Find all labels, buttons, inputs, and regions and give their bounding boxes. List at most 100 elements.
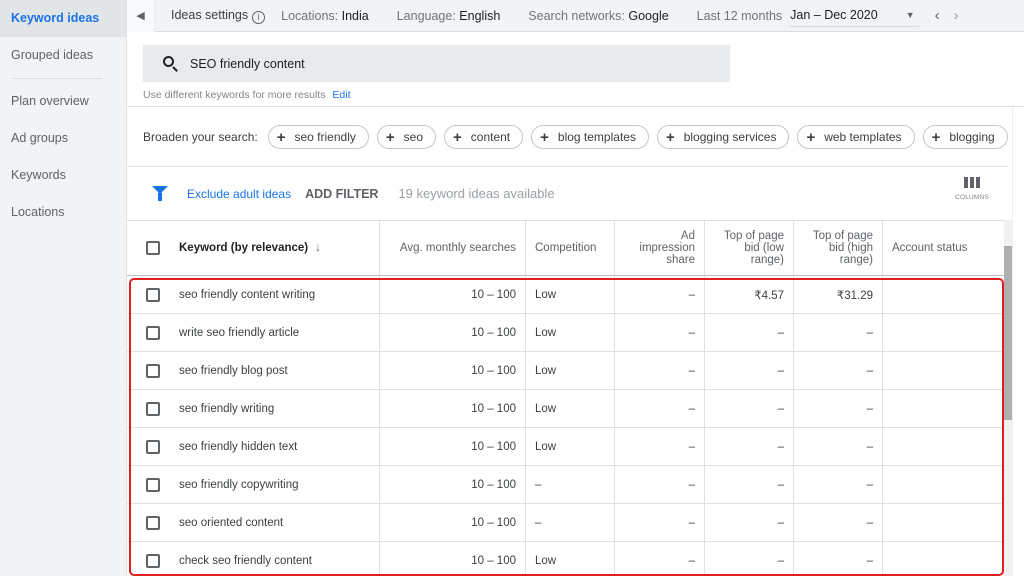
table-row[interactable]: seo friendly copywriting 10 – 100– – – – xyxy=(127,466,1007,504)
keyword-cell: check seo friendly content xyxy=(171,542,380,576)
search-networks-setting[interactable]: Search networks: Google xyxy=(528,9,668,23)
bid-high-cell: ₹31.29 xyxy=(794,276,883,313)
row-checkbox[interactable] xyxy=(146,401,160,416)
table-scrollbar[interactable] xyxy=(1004,220,1012,576)
sidebar: Keyword ideas Grouped ideas Plan overvie… xyxy=(0,0,127,576)
bid-low-cell: ₹4.57 xyxy=(705,276,794,313)
sidebar-item-plan-overview[interactable]: Plan overview xyxy=(0,83,126,120)
broaden-chip[interactable]: + seo friendly xyxy=(267,125,369,149)
competition-cell: Low xyxy=(526,390,615,427)
locations-value: India xyxy=(341,8,369,23)
account-status-cell xyxy=(883,352,1007,389)
sidebar-item-ad-groups[interactable]: Ad groups xyxy=(0,120,126,157)
broaden-chip[interactable]: + blog templates xyxy=(531,125,649,149)
sidebar-item-keyword-ideas[interactable]: Keyword ideas xyxy=(0,0,126,37)
column-header-bid-low[interactable]: Top of page bid (low range) xyxy=(705,221,794,275)
bid-low-cell: – xyxy=(705,352,794,389)
column-header-ad-impression-share[interactable]: Ad impression share xyxy=(615,221,705,275)
column-header-keyword[interactable]: Keyword (by relevance) ↓ xyxy=(171,221,380,275)
column-header-competition[interactable]: Competition xyxy=(526,221,615,275)
date-range-select[interactable]: Jan – Dec 2020 ▼ xyxy=(790,5,919,27)
row-checkbox[interactable] xyxy=(146,287,160,302)
select-all-checkbox[interactable] xyxy=(146,241,160,255)
broaden-label: Broaden your search: xyxy=(143,130,258,144)
select-all-cell xyxy=(127,221,171,275)
competition-cell: Low xyxy=(526,428,615,465)
search-hint: Use different keywords for more results … xyxy=(143,89,350,101)
edit-link[interactable]: Edit xyxy=(332,89,350,101)
columns-button[interactable]: COLUMNS xyxy=(947,177,997,201)
caret-left-icon: ◀ xyxy=(136,10,145,22)
keyword-cell: seo oriented content xyxy=(171,504,380,541)
collapse-sidebar-button[interactable]: ◀ xyxy=(127,0,155,32)
row-checkbox[interactable] xyxy=(146,477,160,492)
row-checkbox[interactable] xyxy=(146,515,160,530)
chip-label: content xyxy=(470,130,511,144)
column-header-account-status[interactable]: Account status xyxy=(883,221,1007,275)
locations-setting[interactable]: Locations: India xyxy=(281,9,369,23)
ad-impression-share-cell: – xyxy=(615,276,705,313)
add-filter-button[interactable]: ADD FILTER xyxy=(305,187,378,201)
language-setting[interactable]: Language: English xyxy=(397,9,501,23)
broaden-chip[interactable]: + seo xyxy=(376,125,436,149)
sidebar-item-locations[interactable]: Locations xyxy=(0,194,126,231)
previous-period-icon[interactable]: ‹ xyxy=(935,7,940,24)
broaden-chip[interactable]: + blogging services xyxy=(656,125,790,149)
bid-high-cell: – xyxy=(794,428,883,465)
bid-high-cell: – xyxy=(794,542,883,576)
competition-cell: – xyxy=(526,466,615,503)
row-checkbox-cell xyxy=(127,314,171,351)
exclude-adult-ideas-filter[interactable]: Exclude adult ideas xyxy=(187,187,291,201)
bid-low-cell: – xyxy=(705,542,794,576)
competition-cell: Low xyxy=(526,314,615,351)
period-label: Last 12 months xyxy=(696,8,783,23)
row-checkbox[interactable] xyxy=(146,363,160,378)
table-header-row: Keyword (by relevance) ↓ Avg. monthly sea… xyxy=(127,220,1007,276)
sidebar-item-keywords[interactable]: Keywords xyxy=(0,157,126,194)
row-checkbox-cell xyxy=(127,428,171,465)
row-checkbox[interactable] xyxy=(146,553,160,568)
info-icon[interactable]: i xyxy=(252,10,266,24)
scrollbar-thumb[interactable] xyxy=(1004,246,1012,420)
avg-searches-cell: 10 – 100 xyxy=(380,314,526,351)
chip-label: blogging services xyxy=(683,130,777,144)
avg-searches-cell: 10 – 100 xyxy=(380,390,526,427)
sidebar-item-grouped-ideas[interactable]: Grouped ideas xyxy=(0,37,126,74)
table-row[interactable]: check seo friendly content 10 – 100 Low – – – xyxy=(127,542,1007,576)
column-header-bid-high[interactable]: Top of page bid (high range) xyxy=(794,221,883,275)
ideas-settings: Ideas settings i xyxy=(171,8,266,24)
row-checkbox[interactable] xyxy=(146,325,160,340)
account-status-cell xyxy=(883,504,1007,541)
account-status-cell xyxy=(883,542,1007,576)
keyword-search-input[interactable]: SEO friendly content xyxy=(143,45,730,82)
broaden-chip[interactable]: + web templates xyxy=(797,125,915,149)
column-header-avg-searches[interactable]: Avg. monthly searches xyxy=(380,221,526,275)
keyword-cell: seo friendly hidden text xyxy=(171,428,380,465)
row-checkbox[interactable] xyxy=(146,439,160,454)
broaden-chip[interactable]: + content xyxy=(444,125,524,149)
table-row[interactable]: write seo friendly article 10 – 100 Low – – – xyxy=(127,314,1007,352)
keyword-cell: seo friendly blog post xyxy=(171,352,380,389)
table-row[interactable]: seo friendly hidden text 10 – 100 Low – – – xyxy=(127,428,1007,466)
filter-icon[interactable] xyxy=(152,186,168,201)
bid-low-cell: – xyxy=(705,504,794,541)
next-period-icon[interactable]: › xyxy=(954,7,959,24)
filter-bar: Exclude adult ideas ADD FILTER 19 keywor… xyxy=(127,167,1007,220)
sidebar-divider xyxy=(12,78,102,79)
row-checkbox-cell xyxy=(127,542,171,576)
table-row[interactable]: seo friendly writing 10 – 100 Low – – – xyxy=(127,390,1007,428)
broaden-chip[interactable]: + blogging xyxy=(922,125,1008,149)
keyword-cell: seo friendly copywriting xyxy=(171,466,380,503)
ad-impression-share-cell: – xyxy=(615,504,705,541)
broaden-search: Broaden your search: + seo friendly + seo … xyxy=(143,125,1016,149)
keyword-cell: seo friendly writing xyxy=(171,390,380,427)
table-row[interactable]: seo friendly blog post 10 – 100 Low – – – xyxy=(127,352,1007,390)
avg-searches-cell: 10 – 100 xyxy=(380,276,526,313)
columns-icon xyxy=(947,177,997,188)
bid-high-cell: – xyxy=(794,504,883,541)
ideas-count: 19 keyword ideas available xyxy=(398,186,555,201)
table-row[interactable]: seo oriented content 10 – 100– – – – xyxy=(127,504,1007,542)
table-row[interactable]: seo friendly content writing 10 – 100 Low –… xyxy=(127,276,1007,314)
chip-label: blog templates xyxy=(557,130,636,144)
ad-impression-share-cell: – xyxy=(615,314,705,351)
